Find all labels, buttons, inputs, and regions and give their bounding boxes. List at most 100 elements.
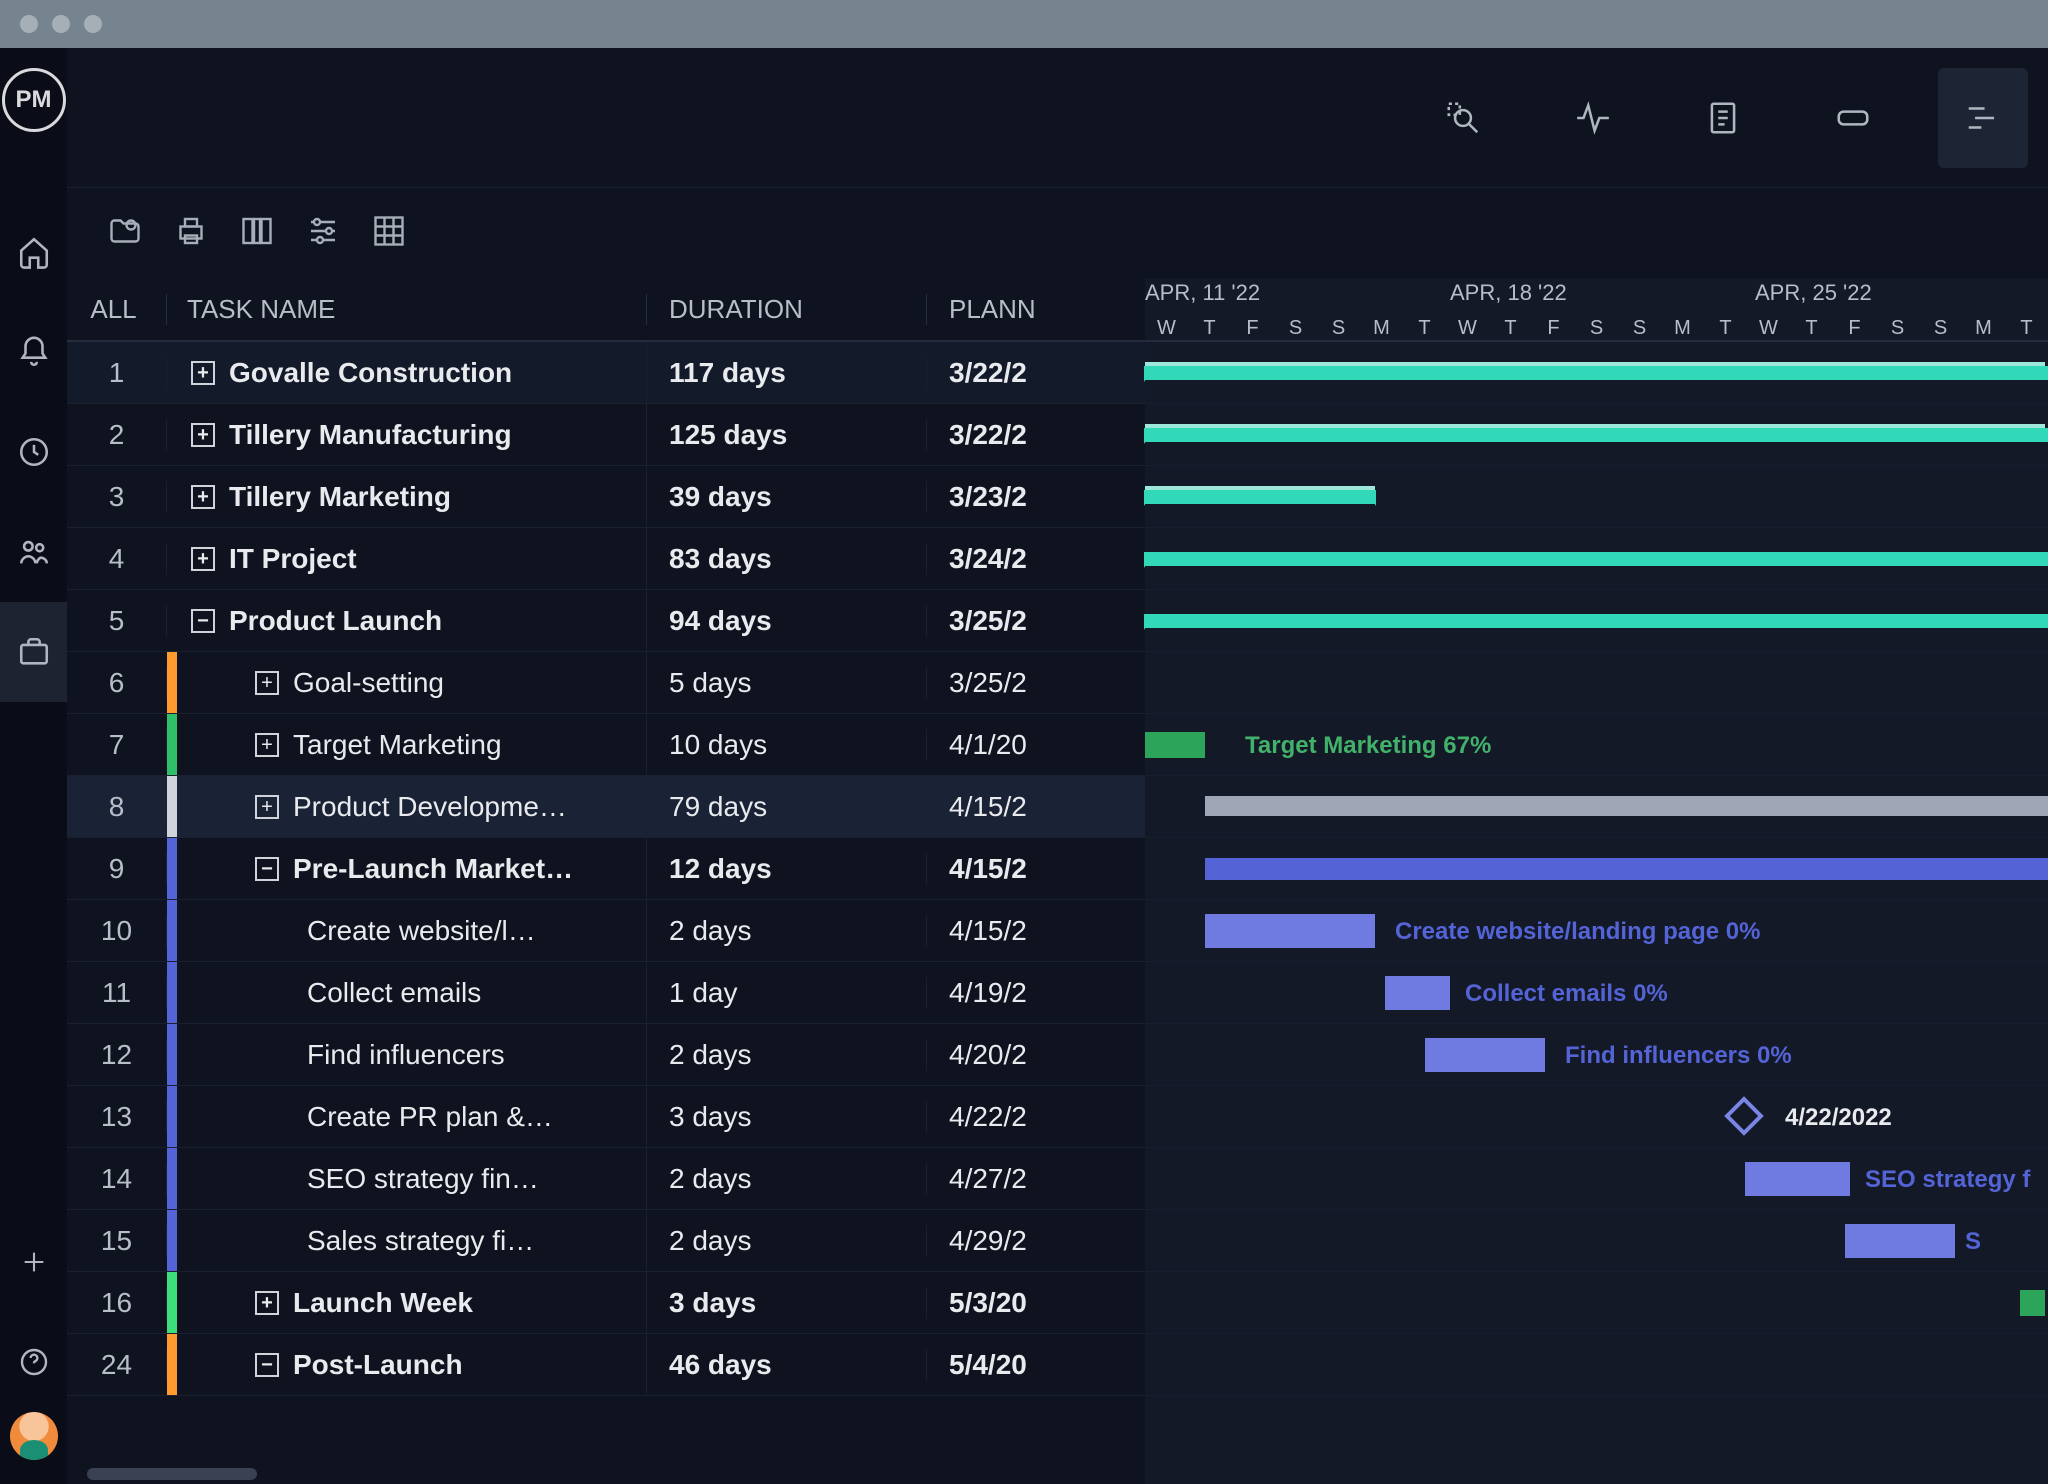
nav-team[interactable]: [0, 502, 67, 602]
expand-icon[interactable]: +: [191, 547, 215, 571]
gantt-bar[interactable]: [1145, 366, 2048, 380]
gantt-row[interactable]: Create website/landing page 0%: [1145, 900, 2048, 962]
traffic-light-max[interactable]: [84, 15, 102, 33]
gantt-row[interactable]: [1145, 528, 2048, 590]
gantt-row[interactable]: [1145, 342, 2048, 404]
task-row[interactable]: 7+Target Marketing10 days4/1/20: [67, 714, 1145, 776]
task-name-cell[interactable]: SEO strategy fin…: [167, 1148, 647, 1209]
print-icon[interactable]: [173, 213, 209, 254]
folder-icon[interactable]: [107, 213, 143, 254]
col-header-duration[interactable]: DURATION: [647, 294, 927, 325]
gantt-bar[interactable]: [1425, 1038, 1545, 1072]
task-name-cell[interactable]: +Target Marketing: [167, 714, 647, 775]
gantt-chart[interactable]: APR, 11 '22APR, 18 '22APR, 25 '22 WTFSSM…: [1145, 278, 2048, 1484]
milestone-icon[interactable]: [1724, 1096, 1764, 1136]
task-name-cell[interactable]: −Post-Launch: [167, 1334, 647, 1395]
expand-icon[interactable]: +: [255, 671, 279, 695]
columns-icon[interactable]: [239, 213, 275, 254]
gantt-bar[interactable]: [1145, 428, 2048, 442]
task-name-cell[interactable]: +Product Developme…: [167, 776, 647, 837]
task-row[interactable]: 15Sales strategy fi…2 days4/29/2: [67, 1210, 1145, 1272]
traffic-light-close[interactable]: [20, 15, 38, 33]
task-row[interactable]: 9−Pre-Launch Market…12 days4/15/2: [67, 838, 1145, 900]
collapse-icon[interactable]: −: [255, 857, 279, 881]
nav-add[interactable]: [0, 1212, 67, 1312]
gantt-bar[interactable]: [1205, 914, 1375, 948]
expand-icon[interactable]: +: [255, 1291, 279, 1315]
gantt-bar[interactable]: [1205, 796, 2048, 816]
gantt-bar[interactable]: [1145, 614, 2048, 628]
expand-icon[interactable]: +: [191, 361, 215, 385]
task-row[interactable]: 4+IT Project83 days3/24/2: [67, 528, 1145, 590]
traffic-light-min[interactable]: [52, 15, 70, 33]
gantt-row[interactable]: [1145, 1334, 2048, 1396]
task-name-cell[interactable]: +Tillery Manufacturing: [167, 404, 647, 465]
task-row[interactable]: 3+Tillery Marketing39 days3/23/2: [67, 466, 1145, 528]
task-row[interactable]: 6+Goal-setting5 days3/25/2: [67, 652, 1145, 714]
nav-notifications[interactable]: [0, 302, 67, 402]
gantt-row[interactable]: [1145, 1272, 2048, 1334]
gantt-bar[interactable]: [1385, 976, 1450, 1010]
gantt-row[interactable]: [1145, 590, 2048, 652]
task-row[interactable]: 16+Launch Week3 days5/3/20: [67, 1272, 1145, 1334]
gantt-row[interactable]: P: [1145, 838, 2048, 900]
nav-home[interactable]: [0, 202, 67, 302]
expand-icon[interactable]: +: [255, 733, 279, 757]
gantt-bar[interactable]: [2020, 1290, 2045, 1316]
gantt-row[interactable]: S: [1145, 1210, 2048, 1272]
gantt-bar[interactable]: [1145, 732, 1205, 758]
grid-icon[interactable]: [371, 213, 407, 254]
task-name-cell[interactable]: Collect emails: [167, 962, 647, 1023]
task-name-cell[interactable]: +IT Project: [167, 528, 647, 589]
task-name-cell[interactable]: Find influencers: [167, 1024, 647, 1085]
collapse-icon[interactable]: −: [255, 1353, 279, 1377]
gantt-row[interactable]: Find influencers 0%: [1145, 1024, 2048, 1086]
gantt-bar[interactable]: [1205, 858, 2048, 880]
collapse-icon[interactable]: −: [191, 609, 215, 633]
task-row[interactable]: 11Collect emails1 day4/19/2: [67, 962, 1145, 1024]
gantt-row[interactable]: 4/22/2022: [1145, 1086, 2048, 1148]
view-list-icon[interactable]: [1678, 68, 1768, 168]
task-row[interactable]: 14SEO strategy fin…2 days4/27/2: [67, 1148, 1145, 1210]
task-name-cell[interactable]: +Govalle Construction: [167, 342, 647, 403]
task-name-cell[interactable]: +Launch Week: [167, 1272, 647, 1333]
task-name-cell[interactable]: Create website/l…: [167, 900, 647, 961]
gantt-row[interactable]: Target Marketing 67%: [1145, 714, 2048, 776]
expand-icon[interactable]: +: [191, 423, 215, 447]
gantt-row[interactable]: [1145, 652, 2048, 714]
horizontal-scrollbar[interactable]: [87, 1468, 257, 1480]
gantt-bar[interactable]: [1145, 490, 1375, 504]
task-name-cell[interactable]: +Tillery Marketing: [167, 466, 647, 527]
gantt-row[interactable]: [1145, 466, 2048, 528]
task-name-cell[interactable]: −Pre-Launch Market…: [167, 838, 647, 899]
view-board-icon[interactable]: [1808, 68, 1898, 168]
gantt-row[interactable]: SEO strategy f: [1145, 1148, 2048, 1210]
expand-icon[interactable]: +: [191, 485, 215, 509]
task-row[interactable]: 5−Product Launch94 days3/25/2: [67, 590, 1145, 652]
view-activity-icon[interactable]: [1548, 68, 1638, 168]
nav-projects[interactable]: [0, 602, 67, 702]
nav-help[interactable]: [0, 1312, 67, 1412]
task-name-cell[interactable]: Sales strategy fi…: [167, 1210, 647, 1271]
gantt-row[interactable]: Collect emails 0%: [1145, 962, 2048, 1024]
task-name-cell[interactable]: +Goal-setting: [167, 652, 647, 713]
gantt-bar[interactable]: [1745, 1162, 1850, 1196]
filter-icon[interactable]: [305, 213, 341, 254]
nav-time[interactable]: [0, 402, 67, 502]
col-header-planned[interactable]: PLANN: [927, 294, 1145, 325]
gantt-bar[interactable]: [1145, 552, 2048, 566]
expand-icon[interactable]: +: [255, 795, 279, 819]
col-header-name[interactable]: TASK NAME: [167, 294, 647, 325]
task-row[interactable]: 12Find influencers2 days4/20/2: [67, 1024, 1145, 1086]
task-row[interactable]: 2+Tillery Manufacturing125 days3/22/2: [67, 404, 1145, 466]
task-row[interactable]: 10Create website/l…2 days4/15/2: [67, 900, 1145, 962]
task-row[interactable]: 1+Govalle Construction117 days3/22/2: [67, 342, 1145, 404]
gantt-bar[interactable]: [1845, 1224, 1955, 1258]
gantt-row[interactable]: [1145, 776, 2048, 838]
task-row[interactable]: 24−Post-Launch46 days5/4/20: [67, 1334, 1145, 1396]
task-name-cell[interactable]: −Product Launch: [167, 590, 647, 651]
task-name-cell[interactable]: Create PR plan &…: [167, 1086, 647, 1147]
view-zoom-icon[interactable]: [1418, 68, 1508, 168]
user-avatar[interactable]: [10, 1412, 58, 1460]
task-row[interactable]: 8+Product Developme…79 days4/15/2: [67, 776, 1145, 838]
